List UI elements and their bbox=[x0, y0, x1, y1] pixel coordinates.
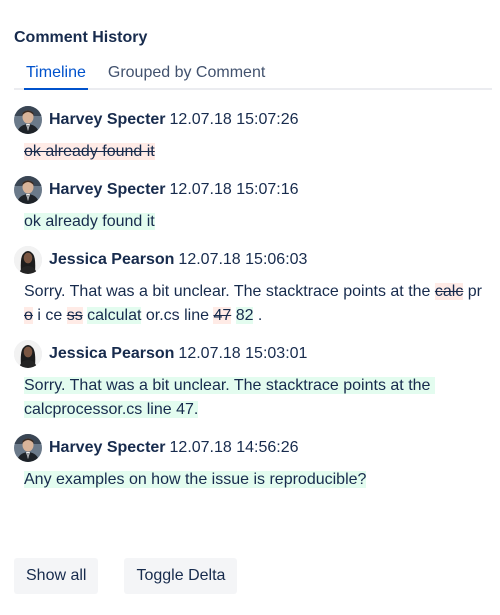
avatar bbox=[14, 246, 42, 274]
entry-header: Jessica Pearson 12.07.18 15:06:03 bbox=[14, 244, 486, 276]
removed-text: 47 bbox=[213, 307, 232, 324]
show-all-button[interactable]: Show all bbox=[14, 558, 99, 594]
comment-entry: Jessica Pearson 12.07.18 15:06:03 Sorry. T… bbox=[14, 244, 486, 328]
comment-entry: Harvey Specter 12.07.18 15:07:16 ok alread… bbox=[14, 174, 486, 234]
entry-header: Jessica Pearson 12.07.18 15:03:01 bbox=[14, 338, 486, 370]
unchanged-text: or.cs line bbox=[141, 307, 214, 324]
timestamp: 12.07.18 15:06:03 bbox=[178, 251, 308, 268]
timestamp: 12.07.18 15:03:01 bbox=[178, 345, 308, 362]
author-name[interactable]: Jessica Pearson bbox=[49, 251, 174, 269]
comment-entry: Jessica Pearson 12.07.18 15:03:01 Sorry. T… bbox=[14, 338, 486, 422]
timestamp: 12.07.18 15:07:26 bbox=[169, 111, 299, 128]
timestamp: 12.07.18 15:07:16 bbox=[169, 181, 299, 198]
unchanged-text: pr bbox=[463, 283, 487, 300]
comment-body: Sorry. That was a bit unclear. The stack… bbox=[14, 374, 486, 422]
panel-title: Comment History bbox=[14, 29, 148, 46]
author-name[interactable]: Jessica Pearson bbox=[49, 345, 174, 363]
added-text: calculat bbox=[87, 307, 142, 324]
entry-header: Harvey Specter 12.07.18 15:07:16 bbox=[14, 174, 486, 206]
removed-text: ss bbox=[66, 307, 83, 324]
author-name[interactable]: Harvey Specter bbox=[49, 181, 166, 199]
added-text: Any examples on how the issue is reprodu… bbox=[24, 471, 367, 488]
tab-bar: Timeline Grouped by Comment bbox=[14, 58, 492, 90]
timeline-list: Harvey Specter 12.07.18 15:07:26 ok alread… bbox=[14, 104, 486, 492]
timestamp: 12.07.18 14:56:26 bbox=[169, 439, 299, 456]
unchanged-text: . bbox=[253, 307, 263, 324]
button-row: Show all Toggle Delta bbox=[14, 558, 238, 594]
avatar bbox=[14, 176, 42, 204]
added-text: 82 bbox=[235, 307, 254, 324]
removed-text: o bbox=[24, 307, 33, 324]
tab-grouped-by-comment[interactable]: Grouped by Comment bbox=[108, 58, 265, 88]
comment-body: ok already found it bbox=[14, 140, 486, 164]
added-text: ok already found it bbox=[24, 213, 155, 230]
removed-text: ok already found it bbox=[24, 143, 155, 160]
removed-text: calc bbox=[434, 283, 464, 300]
avatar bbox=[14, 434, 42, 462]
unchanged-text: i ce bbox=[32, 307, 67, 324]
comment-body: Any examples on how the issue is reprodu… bbox=[14, 468, 486, 492]
avatar bbox=[14, 340, 42, 368]
toggle-delta-button[interactable]: Toggle Delta bbox=[124, 558, 238, 594]
entry-header: Harvey Specter 12.07.18 15:07:26 bbox=[14, 104, 486, 136]
added-text: Sorry. That was a bit unclear. The stack… bbox=[24, 377, 435, 418]
tab-timeline[interactable]: Timeline bbox=[24, 58, 88, 90]
comment-body: ok already found it bbox=[14, 210, 486, 234]
comment-entry: Harvey Specter 12.07.18 14:56:26 Any examp… bbox=[14, 432, 486, 492]
comment-history-panel: Comment History Timeline Grouped by Comm… bbox=[0, 0, 500, 492]
avatar bbox=[14, 106, 42, 134]
entry-header: Harvey Specter 12.07.18 14:56:26 bbox=[14, 432, 486, 464]
author-name[interactable]: Harvey Specter bbox=[49, 111, 166, 129]
author-name[interactable]: Harvey Specter bbox=[49, 439, 166, 457]
comment-body: Sorry. That was a bit unclear. The stack… bbox=[14, 280, 486, 328]
comment-entry: Harvey Specter 12.07.18 15:07:26 ok alread… bbox=[14, 104, 486, 164]
unchanged-text: Sorry. That was a bit unclear. The stack… bbox=[24, 283, 435, 300]
